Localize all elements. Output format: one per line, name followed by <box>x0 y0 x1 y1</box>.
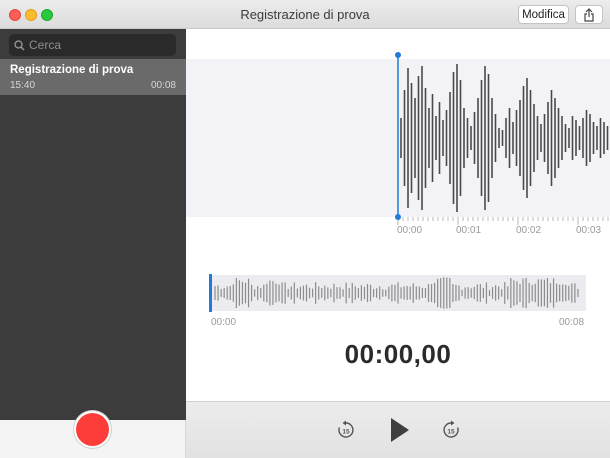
recording-time: 15:40 <box>10 80 36 91</box>
overview-end-label: 00:08 <box>559 317 585 328</box>
waveform-overview[interactable] <box>210 275 586 311</box>
play-icon <box>391 418 409 442</box>
skip-forward-15-icon: 15 <box>443 420 459 438</box>
tick-label: 00:03 <box>576 225 602 236</box>
recording-name: Registrazione di prova <box>10 64 134 76</box>
record-area <box>0 413 186 458</box>
edit-button[interactable]: Modifica <box>518 5 569 24</box>
recording-duration: 00:08 <box>150 80 176 91</box>
sidebar: Registrazione di prova 15:40 00:08 <box>0 29 186 420</box>
svg-text:15: 15 <box>342 429 350 436</box>
search-box[interactable] <box>9 34 176 56</box>
playback-controls: 15 15 <box>186 401 610 458</box>
tick-label: 00:02 <box>516 225 542 236</box>
play-button[interactable] <box>389 417 411 448</box>
recording-list-item[interactable]: Registrazione di prova 15:40 00:08 <box>0 59 186 95</box>
playhead[interactable] <box>392 51 404 221</box>
main-panel: 00:00 00:01 00:02 00:03 00:00 00:08 00:0… <box>186 29 610 401</box>
search-input[interactable] <box>29 38 169 52</box>
skip-back-button[interactable]: 15 <box>336 420 356 445</box>
skip-back-15-icon: 15 <box>338 420 354 438</box>
tick-label: 00:01 <box>456 225 482 236</box>
share-button[interactable] <box>575 5 603 24</box>
tick-label: 00:00 <box>397 225 423 236</box>
svg-text:15: 15 <box>447 429 455 436</box>
record-button[interactable] <box>76 413 109 446</box>
title-bar: Registrazione di prova Modifica <box>0 0 610 29</box>
waveform-overview-graphic <box>214 277 579 309</box>
overview-start-label: 00:00 <box>211 317 237 328</box>
overview-playhead[interactable] <box>209 274 213 312</box>
search-icon <box>14 39 25 50</box>
playback-timer: 00:00,00 <box>344 339 452 369</box>
share-icon <box>584 7 594 22</box>
skip-forward-button[interactable]: 15 <box>441 420 461 445</box>
